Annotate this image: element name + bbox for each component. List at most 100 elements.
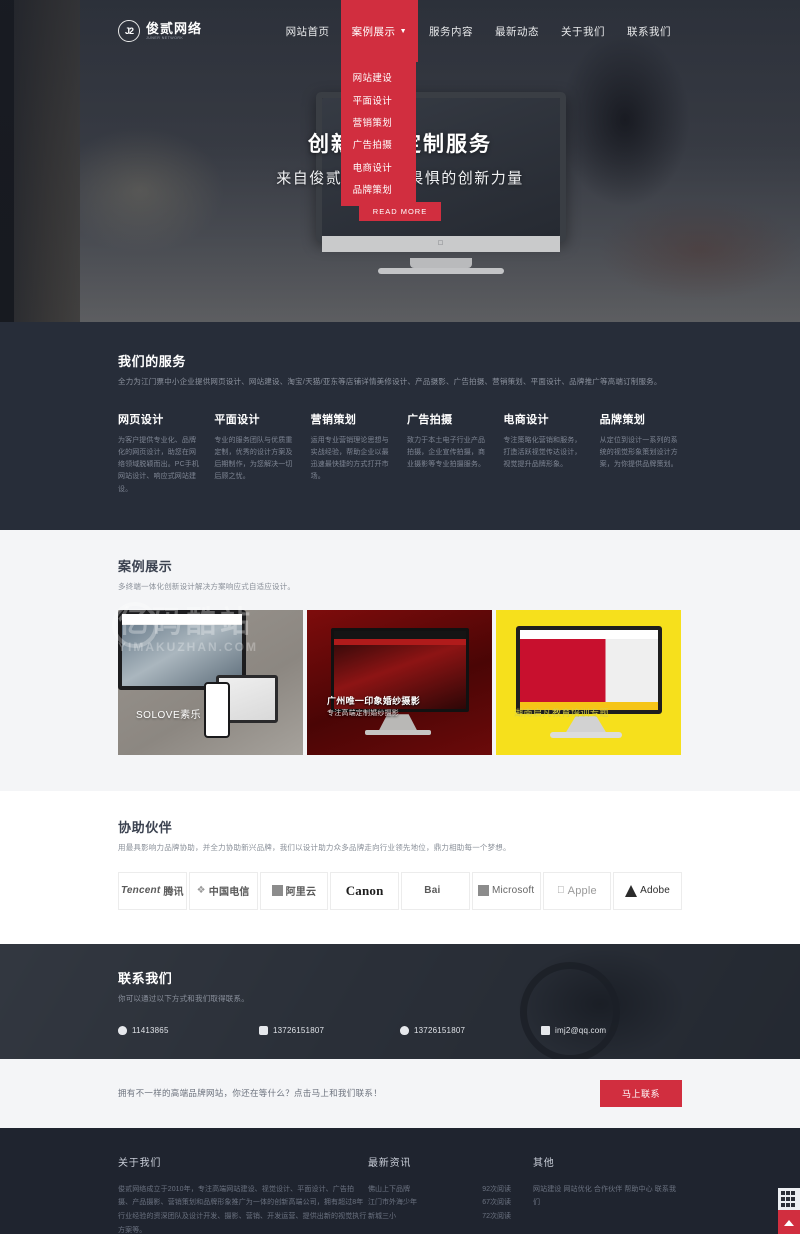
page-root:  创新企业定制服务 来自俊贰网络永不畏惧的创新力量 READ MORE J2 … <box>0 0 800 1234</box>
back-to-top-button[interactable] <box>778 1210 800 1234</box>
news-title: 佛山上下品牌 <box>368 1185 410 1193</box>
aliyun-glyph-icon <box>271 885 283 897</box>
nav-item-label: 网站首页 <box>285 25 330 38</box>
case-label: 广州唯一印象婚纱摄影 <box>327 696 421 707</box>
case-sublabel: 专注高端定制婚纱摄影 <box>327 710 399 718</box>
chevron-down-icon: ▼ <box>399 27 407 35</box>
partner-name: Apple <box>563 884 597 897</box>
footer-news-item[interactable]: 江门市外海少年 67次阅读 <box>368 1196 533 1210</box>
partner-name: Microsoft <box>491 885 535 897</box>
footer-about-column: 关于我们 俊贰网络成立于2010年，专注高端网站建设、视觉设计、平面设计、广告拍… <box>118 1154 368 1234</box>
dropdown-item-graphic[interactable]: 平面设计 <box>341 88 416 110</box>
partner-logo-aliyun[interactable]: 阿里云 <box>259 871 329 910</box>
service-card-marketing[interactable]: 营销策划 运用专业营销理论思想与实战经验，帮助企业以最迅速最快捷的方式打开市场。 <box>311 411 393 496</box>
footer-other-title: 其他 <box>533 1157 555 1169</box>
service-card-ecommerce[interactable]: 电商设计 专注策略化营销和服务，打造活跃视觉传达设计，视觉提升品牌形象。 <box>503 411 585 496</box>
logo-name: 俊贰网络 <box>146 20 203 36</box>
partner-name-cn: 中国电信 <box>208 887 250 899</box>
apple-icon:  <box>557 885 565 896</box>
service-card-web[interactable]: 网页设计 为客户提供专业化、品牌化的网页设计，助您在网络领域脱颖而出。PC手机网… <box>118 411 200 496</box>
service-desc: 为客户提供专业化、品牌化的网页设计，助您在网络领域脱颖而出。PC手机网站设计、响… <box>118 436 199 493</box>
logo-mark-icon: J2 <box>118 20 140 42</box>
contact-description: 你可以通过以下方式和我们取得联系。 <box>118 993 249 1003</box>
nav-item-cases[interactable]: 案例展示 ▼ 网站建设 平面设计 营销策划 广告拍摄 电商设计 品牌策划 <box>340 0 418 207</box>
hero-section:  创新企业定制服务 来自俊贰网络永不畏惧的创新力量 READ MORE J2 … <box>0 0 800 322</box>
wechat-icon <box>400 1026 409 1036</box>
nav-item-home[interactable]: 网站首页 <box>275 0 341 62</box>
service-desc: 运用专业营销理论思想与实战经验，帮助企业以最迅速最快捷的方式打开市场。 <box>310 436 389 481</box>
partner-name: Canon <box>345 882 384 898</box>
service-card-branding[interactable]: 品牌策划 从定位到设计一系列的系统的视觉形象策划设计方案，为你提供品牌策划。 <box>600 411 682 496</box>
case-card-education[interactable]: 湖南启凡教育培训专题 <box>496 610 681 756</box>
footer-other-column: 其他 网站建设 网站优化 合作伙伴 帮助中心 联系我们 <box>533 1154 682 1234</box>
case-card-wedding[interactable]: 广州唯一印象婚纱摄影 专注高端定制婚纱摄影 <box>307 610 492 756</box>
contact-item-qq[interactable]: 11413865 <box>118 1026 259 1036</box>
partner-name-cn: 腾讯 <box>163 887 184 899</box>
partner-name: Tencent <box>120 885 161 897</box>
contact-value: 13726151807 <box>414 1026 466 1036</box>
service-card-adfilm[interactable]: 广告拍摄 致力于本土电子行业产品拍摄，企业宣传拍摄，商业摄影等专业拍摄服务。 <box>407 411 489 496</box>
partner-name: Adobe <box>640 885 671 897</box>
logo-subtitle: JUNER NETWORK <box>146 35 184 41</box>
telecom-glyph-icon: ❖ <box>196 885 206 897</box>
navbar: J2 俊贰网络 JUNER NETWORK 网站首页 案例展示 ▼ 网站建设 平… <box>0 0 800 207</box>
service-desc: 从定位到设计一系列的系统的视觉形象策划设计方案，为你提供品牌策划。 <box>599 436 678 469</box>
nav-item-label: 案例展示 <box>351 25 396 38</box>
dropdown-item-website[interactable]: 网站建设 <box>341 66 416 88</box>
partner-logo-tencent[interactable]: Tencent 腾讯 <box>118 871 187 910</box>
cta-text: 拥有不一样的高端品牌网站，你还在等什么？点击马上和我们联系！ <box>118 1088 383 1099</box>
contact-title: 联系我们 <box>118 970 173 986</box>
cases-description: 多终端一体化创新设计解决方案响应式自适应设计。 <box>118 581 296 591</box>
news-title: 新城三小 <box>368 1213 396 1221</box>
service-title: 品牌策划 <box>599 413 646 426</box>
nav-item-label: 关于我们 <box>561 25 605 38</box>
service-desc: 专注策略化营销和服务，打造活跃视觉传达设计，视觉提升品牌形象。 <box>503 436 582 469</box>
footer-other-links[interactable]: 网站建设 网站优化 合作伙伴 帮助中心 联系我们 <box>533 1183 682 1210</box>
service-card-graphic[interactable]: 平面设计 专业的服务团队与优质重定制，优秀的设计方案及后期制作，为您解决一切后顾… <box>214 411 296 496</box>
hero-monitor-stand <box>410 258 472 268</box>
contact-items: 11413865 13726151807 13726151807 imj2@qq… <box>118 1026 682 1036</box>
footer-about-title: 关于我们 <box>118 1157 162 1169</box>
nav-item-services[interactable]: 服务内容 <box>418 0 484 62</box>
cases-grid: SOLOVE素乐 广州唯一印象婚纱摄影 专注高端定制婚纱摄影 湖南启凡教育培训专… <box>112 601 682 756</box>
contact-item-wechat[interactable]: 13726151807 <box>400 1026 541 1036</box>
qr-code-icon[interactable] <box>778 1188 800 1210</box>
nav-item-label: 联系我们 <box>627 25 671 38</box>
nav-item-news[interactable]: 最新动态 <box>484 0 550 62</box>
phone-icon <box>204 682 230 739</box>
footer-news-item[interactable]: 佛山上下品牌 92次阅读 <box>368 1183 533 1197</box>
contact-item-mail[interactable]: imj2@qq.com <box>541 1026 682 1036</box>
mail-icon <box>541 1026 550 1036</box>
services-title: 我们的服务 <box>118 354 187 369</box>
dropdown-item-branding[interactable]: 品牌策划 <box>341 178 416 200</box>
contact-item-phone[interactable]: 13726151807 <box>259 1026 400 1036</box>
dropdown-item-adfilm[interactable]: 广告拍摄 <box>341 133 416 155</box>
service-title: 平面设计 <box>214 413 260 426</box>
logo[interactable]: J2 俊贰网络 JUNER NETWORK <box>118 20 202 42</box>
nav-menu: 网站首页 案例展示 ▼ 网站建设 平面设计 营销策划 广告拍摄 电商设计 品牌策… <box>275 0 682 207</box>
nav-item-about[interactable]: 关于我们 <box>550 0 616 62</box>
partner-logo-adobe[interactable]: Adobe <box>613 871 682 910</box>
partner-logo-canon[interactable]: Canon <box>330 871 399 910</box>
monitor-base <box>550 732 622 739</box>
footer-news-item[interactable]: 新城三小 72次阅读 <box>368 1210 533 1224</box>
partner-logo-china-telecom[interactable]: ❖ 中国电信 <box>188 871 258 910</box>
news-views: 67次阅读 <box>482 1199 511 1207</box>
services-grid: 网页设计 为客户提供专业化、品牌化的网页设计，助您在网络领域脱颖而出。PC手机网… <box>118 411 682 496</box>
footer-news-column: 最新资讯 佛山上下品牌 92次阅读 江门市外海少年 67次阅读 新城三小 72次… <box>368 1154 533 1234</box>
contact-value: 11413865 <box>132 1026 169 1036</box>
qq-icon <box>118 1026 127 1036</box>
dropdown-item-marketing[interactable]: 营销策划 <box>341 111 416 133</box>
cta-contact-button[interactable]: 马上联系 <box>599 1079 682 1107</box>
dropdown-item-ecommerce[interactable]: 电商设计 <box>341 156 416 178</box>
nav-item-contact[interactable]: 联系我们 <box>616 0 682 62</box>
partner-logo-baidu[interactable]: Bai <box>401 871 470 910</box>
partner-logo-apple[interactable]:  Apple <box>542 871 612 910</box>
case-card-solove[interactable]: SOLOVE素乐 <box>118 610 303 756</box>
news-views: 72次阅读 <box>482 1213 511 1221</box>
monitor-base <box>365 730 431 736</box>
adobe-a-icon <box>625 884 638 897</box>
case-label: SOLOVE素乐 <box>136 710 202 722</box>
partner-logo-microsoft[interactable]: Microsoft <box>471 871 541 910</box>
service-desc: 专业的服务团队与优质重定制，优秀的设计方案及后期制作，为您解决一切后顾之忧。 <box>214 436 293 481</box>
